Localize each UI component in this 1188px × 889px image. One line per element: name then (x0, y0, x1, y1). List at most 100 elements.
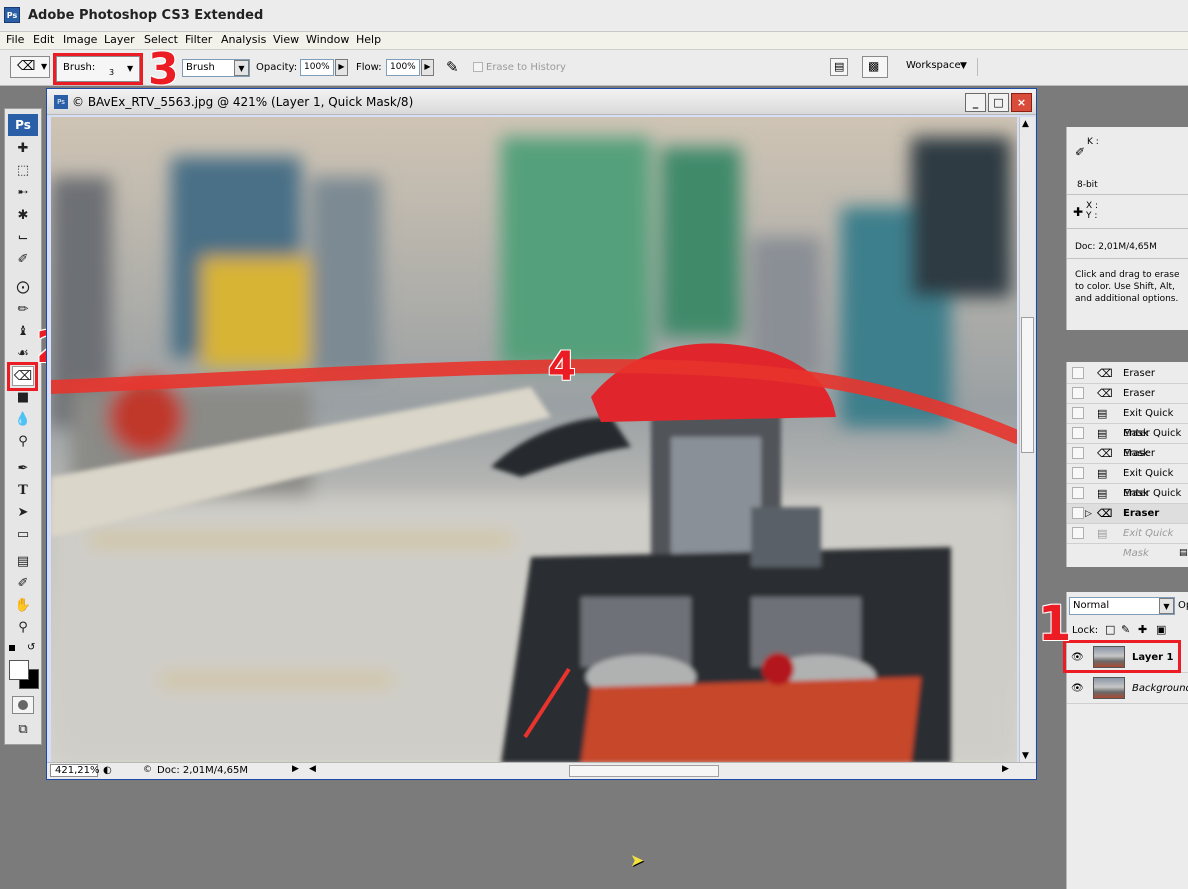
horizontal-scroll-thumb[interactable] (569, 765, 719, 777)
workspace-menu[interactable]: Workspace ▼ (898, 58, 978, 76)
history-item[interactable]: ⌫ Eraser (1067, 444, 1188, 464)
opacity-input[interactable]: 100% (300, 59, 334, 76)
status-menu-icon[interactable]: ◐ (103, 765, 112, 776)
menu-filter[interactable]: Filter (185, 33, 212, 46)
vertical-scrollbar[interactable]: ▲ ▼ (1019, 117, 1035, 763)
history-snapshot-checkbox[interactable] (1072, 387, 1084, 399)
erase-to-history-label: Erase to History (486, 62, 566, 73)
palette-well-button[interactable]: ▤ (830, 58, 848, 76)
chevron-down-icon: ▼ (960, 61, 967, 71)
scroll-thumb[interactable] (1021, 317, 1034, 453)
blur-tool-icon[interactable]: 💧 (12, 410, 34, 430)
history-item[interactable]: ⌫ Eraser (1067, 364, 1188, 384)
chevron-down-icon: ▼ (234, 60, 249, 76)
x-label: X : (1086, 201, 1099, 211)
history-snapshot-checkbox[interactable] (1072, 467, 1084, 479)
mode-select[interactable]: Brush ▼ (182, 59, 250, 77)
menu-window[interactable]: Window (306, 33, 349, 46)
hand-tool-icon[interactable]: ✋ (12, 596, 34, 616)
visibility-eye-icon[interactable]: 👁 (1071, 683, 1084, 694)
swap-colors-icon[interactable]: ↺ (27, 642, 35, 653)
healing-brush-icon[interactable]: ⨀ (12, 278, 34, 298)
history-item[interactable]: ⌫ Eraser (1067, 384, 1188, 404)
foreground-color-swatch[interactable] (9, 660, 29, 680)
blend-mode-select[interactable]: Normal ▼ (1069, 597, 1175, 615)
scroll-right-icon[interactable]: ▶ (1002, 764, 1009, 774)
airbrush-icon[interactable]: ✎ (446, 58, 459, 76)
history-snapshot-checkbox[interactable] (1072, 447, 1084, 459)
history-brush-icon[interactable]: ☙ (12, 344, 34, 364)
zoom-field[interactable]: 421,21% (50, 764, 100, 777)
screen-mode-icon[interactable]: ⧉ (12, 720, 34, 740)
maximize-button[interactable]: □ (988, 93, 1009, 112)
brush-tool-icon[interactable]: ✏ (12, 300, 34, 320)
default-colors-icon[interactable] (9, 645, 17, 653)
eyedropper-2-icon[interactable]: ✐ (12, 574, 34, 594)
quick-mask-button[interactable] (12, 696, 34, 714)
history-item[interactable]: ▤ Exit Quick Mask (1067, 464, 1188, 499)
history-item[interactable]: ▤ Exit Quick Mask (1067, 524, 1188, 559)
layer-row-background[interactable]: 👁 Background (1067, 674, 1188, 704)
menu-layer[interactable]: Layer (104, 33, 135, 46)
scroll-up-icon[interactable]: ▲ (1022, 119, 1029, 129)
history-item[interactable]: ▤Enter Quick Mask (1067, 484, 1188, 519)
document-icon: ▤ (1097, 487, 1108, 500)
history-snapshot-checkbox[interactable] (1072, 507, 1084, 519)
rectangle-tool-icon[interactable]: ▭ (12, 525, 34, 545)
menu-help[interactable]: Help (356, 33, 381, 46)
zoom-tool-icon[interactable]: ⚲ (12, 618, 34, 638)
menu-edit[interactable]: Edit (33, 33, 54, 46)
history-item-selected[interactable]: ▷ ⌫ Eraser (1067, 504, 1188, 524)
crop-tool-icon[interactable]: ⌙ (12, 228, 34, 248)
quick-mask-icon (18, 700, 28, 710)
mode-value: Brush (186, 62, 215, 73)
lock-pixels-icon[interactable]: ✎ (1121, 623, 1130, 636)
history-snapshot-checkbox[interactable] (1072, 487, 1084, 499)
highlight-frame-brush (53, 53, 143, 85)
document-titlebar[interactable]: Ps © BAvEx_RTV_5563.jpg @ 421% (Layer 1,… (47, 89, 1036, 115)
move-tool-icon[interactable]: ✚ (12, 139, 34, 159)
status-arrow-icon[interactable]: ▶ (292, 764, 299, 774)
history-snapshot-checkbox[interactable] (1072, 427, 1084, 439)
lock-all-icon[interactable]: ▣ (1156, 623, 1166, 636)
tool-preset-picker[interactable]: ⌫ ▼ (10, 56, 50, 78)
clone-stamp-icon[interactable]: ♝ (12, 322, 34, 342)
scroll-left-icon[interactable]: ◀ (309, 764, 316, 774)
eyedropper-icon[interactable]: ✐ (12, 250, 34, 270)
history-snapshot-checkbox[interactable] (1072, 367, 1084, 379)
notes-tool-icon[interactable]: ▤ (12, 552, 34, 572)
scroll-down-icon[interactable]: ▼ (1022, 751, 1029, 761)
history-item[interactable]: ▤ Exit Quick Mask (1067, 404, 1188, 439)
menu-analysis[interactable]: Analysis (221, 33, 266, 46)
lock-transparency-icon[interactable]: □ (1105, 623, 1115, 636)
lasso-tool-icon[interactable]: ➸ (12, 183, 34, 203)
dodge-tool-icon[interactable]: ⚲ (12, 432, 34, 452)
flow-slider-button[interactable]: ▶ (421, 59, 434, 76)
doc-size-info: Doc: 2,01M/4,65M (1075, 242, 1157, 252)
type-tool-icon[interactable]: T (12, 481, 34, 501)
layer-name: Background (1132, 683, 1188, 694)
menu-file[interactable]: File (6, 33, 24, 46)
menu-view[interactable]: View (273, 33, 299, 46)
marquee-tool-icon[interactable]: ⬚ (12, 161, 34, 181)
flow-input[interactable]: 100% (386, 59, 420, 76)
erase-to-history-checkbox[interactable] (473, 62, 483, 72)
history-item[interactable]: ▤Enter Quick Mask (1067, 424, 1188, 459)
opacity-slider-button[interactable]: ▶ (335, 59, 348, 76)
image-canvas[interactable]: 4 (51, 117, 1017, 763)
document-icon: ▤ (1097, 407, 1108, 420)
magic-wand-icon[interactable]: ✱ (12, 206, 34, 226)
gradient-tool-icon[interactable]: ■ (12, 388, 34, 408)
path-selection-icon[interactable]: ➤ (12, 503, 34, 523)
pen-tool-icon[interactable]: ✒ (12, 459, 34, 479)
close-button[interactable]: × (1011, 93, 1032, 112)
history-snapshot-checkbox[interactable] (1072, 527, 1084, 539)
history-menu-icon[interactable]: ▤ (1179, 548, 1188, 558)
eraser-icon: ⌫ (1097, 507, 1113, 520)
document-info: Doc: 2,01M/4,65M (157, 765, 249, 776)
menu-image[interactable]: Image (63, 33, 97, 46)
lock-position-icon[interactable]: ✚ (1138, 623, 1147, 636)
history-snapshot-checkbox[interactable] (1072, 407, 1084, 419)
bridge-button[interactable]: ▩ (862, 56, 888, 78)
minimize-button[interactable]: _ (965, 93, 986, 112)
